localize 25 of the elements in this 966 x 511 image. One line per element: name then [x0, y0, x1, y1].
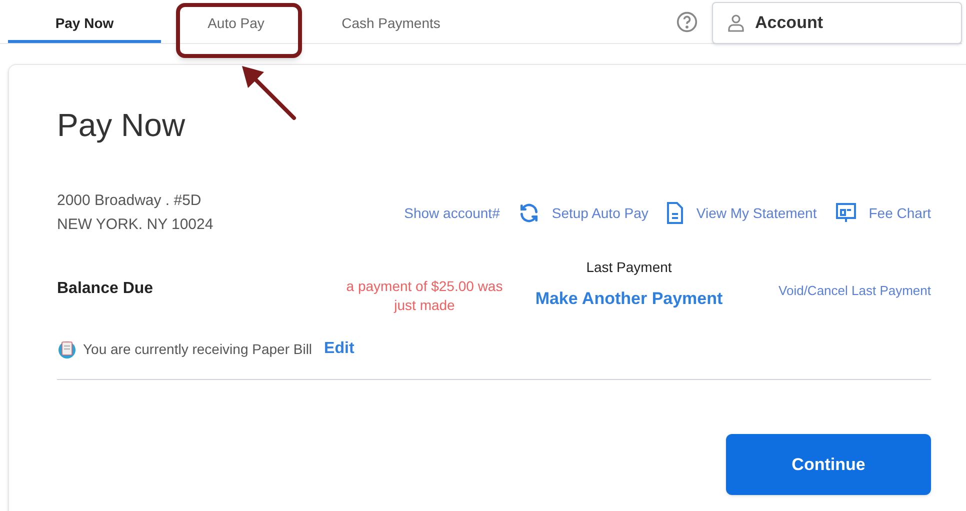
help-icon[interactable] [676, 11, 698, 33]
continue-button[interactable]: Continue [726, 434, 931, 495]
make-payment-link[interactable]: Make Another Payment [535, 286, 723, 312]
tab[interactable]: Auto Pay [161, 7, 311, 43]
document-icon [666, 202, 684, 224]
link[interactable]: Setup Auto Pay [518, 202, 648, 224]
address-line: 2000 Broadway . #5D [57, 191, 202, 211]
account-dropdown[interactable]: Account [712, 2, 962, 44]
user-icon [727, 14, 745, 32]
balance-label: Balance Due [57, 279, 154, 299]
address-line: NEW YORK. NY 10024 [57, 215, 214, 235]
bill-icon [57, 339, 77, 359]
tab[interactable]: Cash Payments [311, 7, 471, 43]
presentation-icon [834, 202, 857, 224]
link[interactable]: Show account# [404, 202, 500, 224]
last-payment-label: Last Payment [586, 258, 672, 277]
paper-bill-text: You are currently receiving Paper Bill [83, 340, 312, 359]
tab[interactable]: Pay Now [8, 7, 161, 43]
payment-notice: a payment of $25.00 was just made [345, 277, 504, 315]
page-title: Pay Now [57, 106, 186, 145]
link[interactable]: Fee Chart [834, 202, 931, 224]
edit-link[interactable]: Edit [324, 337, 354, 361]
link[interactable]: View My Statement [666, 202, 817, 224]
refresh-icon [518, 202, 540, 224]
void-link[interactable]: Void/Cancel Last Payment [778, 281, 931, 300]
